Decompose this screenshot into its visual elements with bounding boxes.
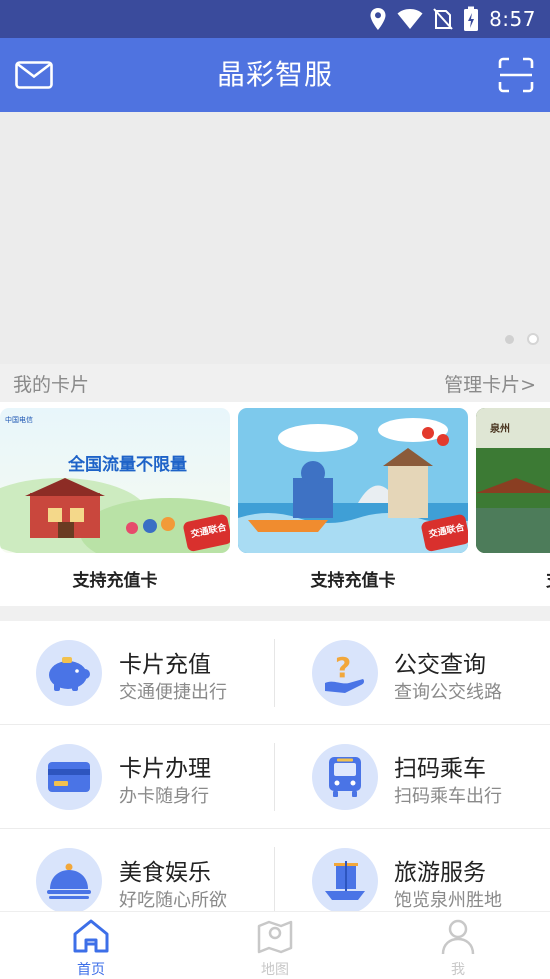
tab-me[interactable]: 我 xyxy=(408,912,508,979)
scan-icon xyxy=(498,57,534,93)
status-time: 8:57 xyxy=(489,7,536,31)
manage-cards-link[interactable]: 管理卡片> xyxy=(444,370,536,397)
card-label: 支 xyxy=(476,566,550,591)
tab-map[interactable]: 地图 xyxy=(225,912,325,979)
app-title: 晶彩智服 xyxy=(216,58,333,91)
card-label: 支持充值卡 xyxy=(310,571,396,591)
tab-label: 我 xyxy=(451,962,465,978)
scan-button[interactable] xyxy=(496,57,536,93)
card-image: 中国电信 全国流量不限量 交通联合 xyxy=(0,408,230,553)
menu-item-title: 卡片办理 xyxy=(119,756,211,782)
question-hand-icon: ? xyxy=(312,640,378,706)
menu-item-title: 卡片充值 xyxy=(119,652,211,678)
cards-carousel[interactable]: 中国电信 全国流量不限量 交通联合 支持充值卡 交通联合 支持充值卡 泉州 xyxy=(0,402,550,606)
no-sim-icon xyxy=(433,8,453,30)
card-art-text: 泉州 xyxy=(489,422,510,435)
tab-label: 首页 xyxy=(77,962,105,978)
card-art-text: 全国流量不限量 xyxy=(67,454,187,475)
menu-item-subtitle: 饱览泉州胜地 xyxy=(394,890,502,911)
tab-label: 地图 xyxy=(261,962,289,978)
location-icon xyxy=(370,8,386,30)
carousel-dot-2[interactable] xyxy=(527,333,539,345)
menu-item-bus-query[interactable]: ? 公交查询 查询公交线路 xyxy=(275,621,550,725)
service-menu: 卡片充值 交通便捷出行 ? 公交查询 查询公交线路 卡片办理 办卡随身行 扫码乘… xyxy=(0,621,550,915)
menu-item-card-apply[interactable]: 卡片办理 办卡随身行 xyxy=(0,725,275,829)
tab-home[interactable]: 首页 xyxy=(41,912,141,979)
battery-charging-icon xyxy=(464,6,479,31)
menu-item-subtitle: 好吃随心所欲 xyxy=(119,890,227,911)
status-bar: 8:57 xyxy=(0,0,550,38)
bottom-tab-bar: 首页 地图 我 xyxy=(0,911,550,979)
menu-item-subtitle: 办卡随身行 xyxy=(119,786,209,807)
menu-item-subtitle: 查询公交线路 xyxy=(394,682,502,703)
menu-row: 卡片办理 办卡随身行 扫码乘车 扫码乘车出行 xyxy=(0,725,550,829)
menu-row: 卡片充值 交通便捷出行 ? 公交查询 查询公交线路 xyxy=(0,621,550,725)
carousel-dot-1[interactable] xyxy=(505,335,514,344)
card-image: 泉州 xyxy=(476,408,550,553)
bus-icon xyxy=(312,744,378,810)
cards-section-header: 我的卡片 管理卡片> xyxy=(0,364,550,402)
card-image: 交通联合 xyxy=(238,408,468,553)
menu-item-title: 扫码乘车 xyxy=(394,756,486,782)
card-item[interactable]: 中国电信 全国流量不限量 交通联合 支持充值卡 xyxy=(0,408,230,591)
card-label: 支持充值卡 xyxy=(72,571,158,591)
user-icon xyxy=(441,919,475,955)
menu-item-subtitle: 扫码乘车出行 xyxy=(394,786,502,807)
menu-item-scan-ride[interactable]: 扫码乘车 扫码乘车出行 xyxy=(275,725,550,829)
menu-item-title: 旅游服务 xyxy=(394,860,486,886)
food-cloche-icon xyxy=(36,848,102,914)
sailboat-icon xyxy=(312,848,378,914)
card-icon xyxy=(36,744,102,810)
home-icon xyxy=(73,919,109,953)
banner-carousel[interactable] xyxy=(0,112,550,364)
piggy-bank-icon xyxy=(36,640,102,706)
map-icon xyxy=(257,920,293,954)
menu-item-title: 美食娱乐 xyxy=(119,860,211,886)
card-item[interactable]: 交通联合 支持充值卡 xyxy=(238,408,468,591)
card-item[interactable]: 泉州 支 xyxy=(476,408,550,591)
wifi-icon xyxy=(397,9,423,29)
cards-section-title: 我的卡片 xyxy=(13,374,90,396)
card-brand-text: 中国电信 xyxy=(5,415,33,424)
menu-item-card-recharge[interactable]: 卡片充值 交通便捷出行 xyxy=(0,621,275,725)
app-header: 晶彩智服 xyxy=(0,38,550,112)
menu-item-title: 公交查询 xyxy=(394,652,486,678)
svg-text:?: ? xyxy=(335,651,351,684)
menu-item-subtitle: 交通便捷出行 xyxy=(119,682,227,703)
